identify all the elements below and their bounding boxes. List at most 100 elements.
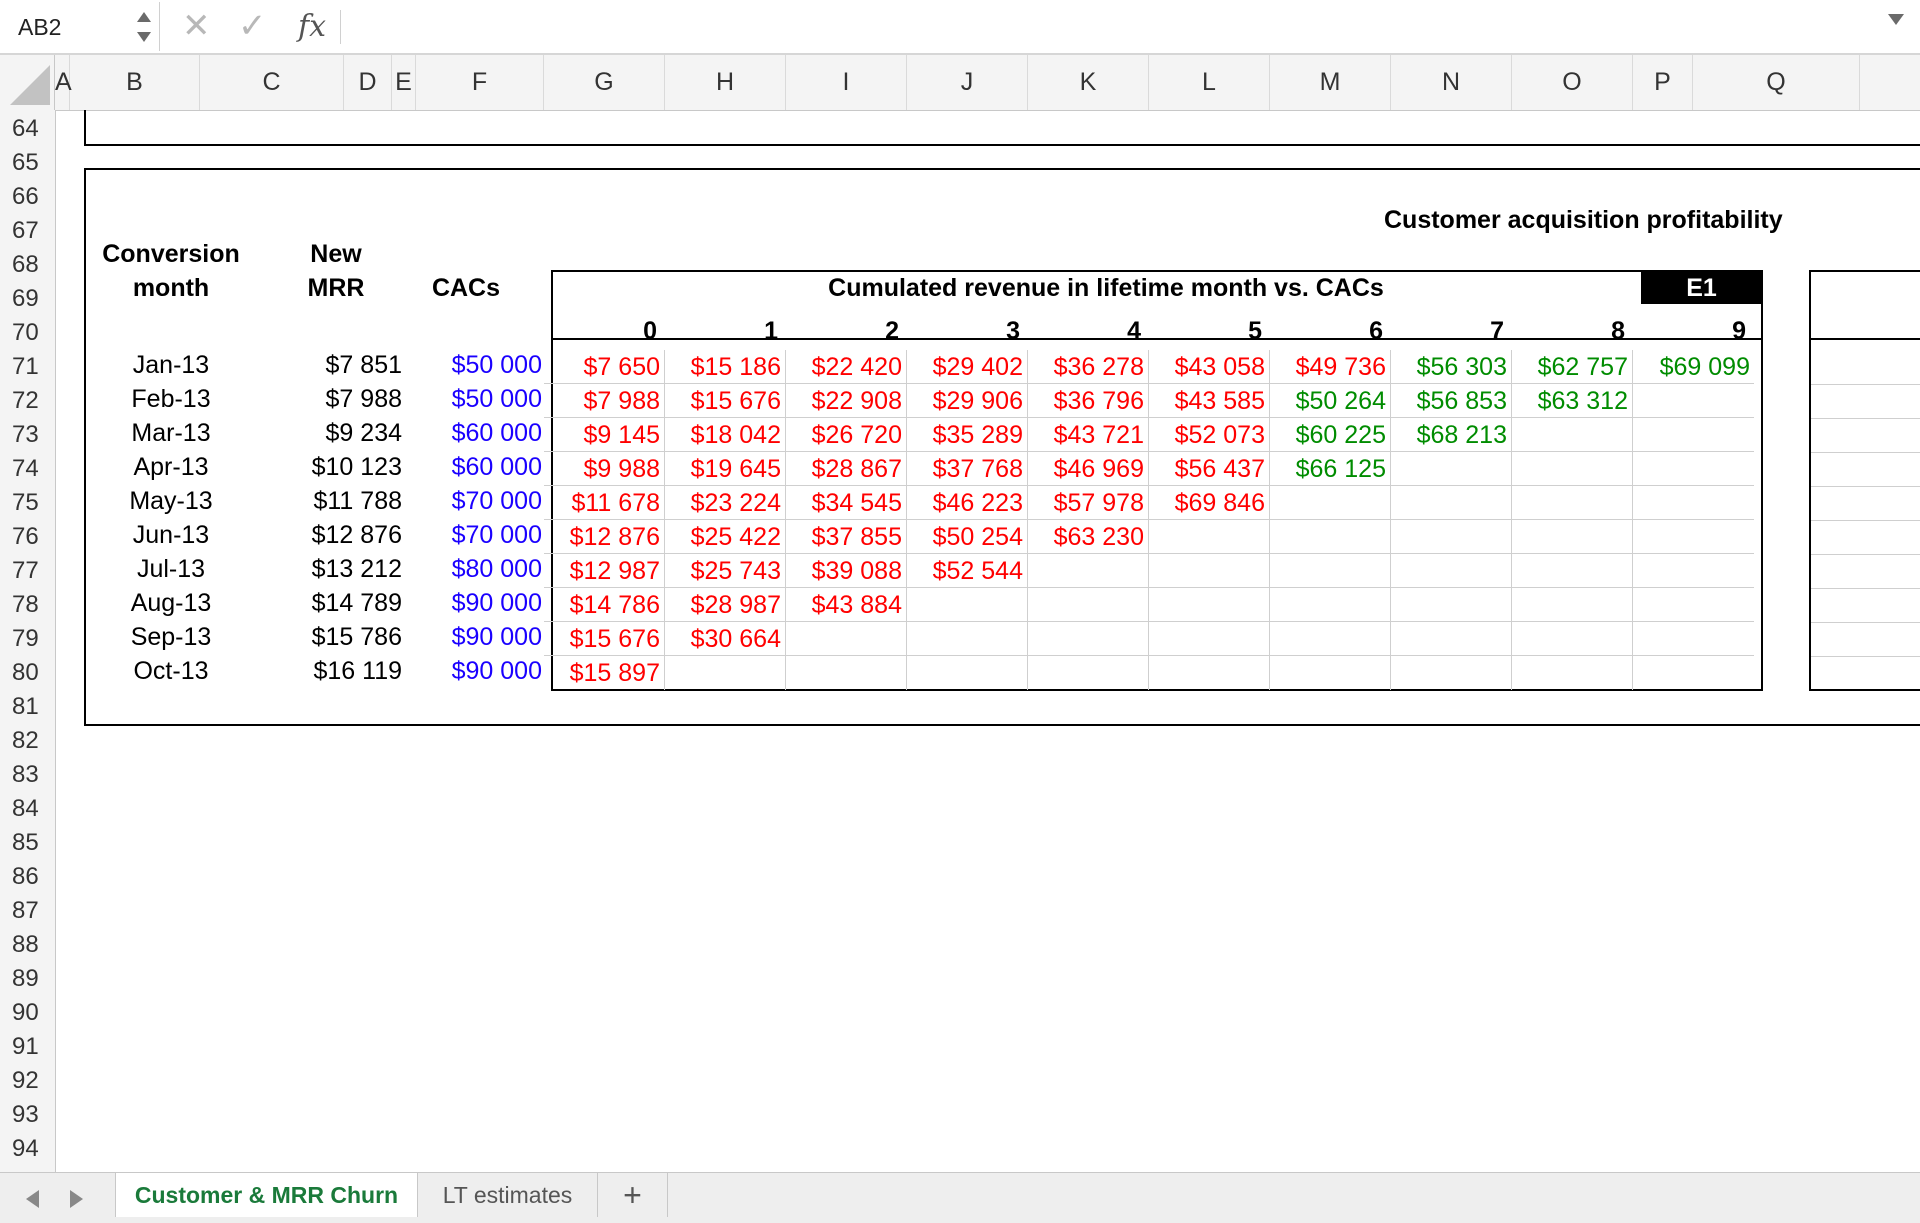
revenue-cell[interactable]: $30 664: [665, 622, 786, 656]
revenue-cell[interactable]: $69 846: [1149, 486, 1270, 520]
empty-cell[interactable]: [907, 588, 1028, 622]
empty-cell[interactable]: [1633, 486, 1754, 520]
empty-cell[interactable]: [1512, 656, 1633, 690]
revenue-cell[interactable]: $63 312: [1512, 384, 1633, 418]
revenue-cell[interactable]: $43 585: [1149, 384, 1270, 418]
revenue-cell[interactable]: $68 213: [1391, 418, 1512, 452]
revenue-cell[interactable]: $19 645: [665, 452, 786, 486]
empty-cell[interactable]: [1149, 520, 1270, 554]
row-header[interactable]: 90: [0, 996, 55, 1030]
empty-cell[interactable]: [907, 656, 1028, 690]
revenue-cell[interactable]: $7 988: [544, 384, 665, 418]
empty-cell[interactable]: [1270, 486, 1391, 520]
empty-cell[interactable]: [1270, 588, 1391, 622]
row-header[interactable]: 70: [0, 316, 55, 350]
revenue-cell[interactable]: $29 402: [907, 350, 1028, 384]
row-header[interactable]: 78: [0, 588, 55, 622]
tab-scroll-left-icon[interactable]: [26, 1190, 39, 1208]
name-box-stepper-icon[interactable]: [136, 10, 152, 46]
row-header[interactable]: 65: [0, 146, 55, 180]
empty-cell[interactable]: [1512, 418, 1633, 452]
enter-icon[interactable]: ✓: [238, 6, 267, 46]
stepper-down-icon[interactable]: [137, 32, 151, 42]
empty-cell[interactable]: [1270, 520, 1391, 554]
cancel-icon[interactable]: ✕: [182, 6, 211, 46]
column-header[interactable]: P: [1633, 55, 1693, 110]
add-sheet-button[interactable]: +: [598, 1173, 668, 1217]
row-header[interactable]: 91: [0, 1030, 55, 1064]
revenue-cell[interactable]: $9 145: [544, 418, 665, 452]
tab-scroll-right-icon[interactable]: [70, 1190, 83, 1208]
row-header[interactable]: 66: [0, 180, 55, 214]
formula-bar-expand-icon[interactable]: [1888, 14, 1904, 25]
revenue-cell[interactable]: $28 987: [665, 588, 786, 622]
revenue-cell[interactable]: $14 786: [544, 588, 665, 622]
revenue-cell[interactable]: $29 906: [907, 384, 1028, 418]
revenue-cell[interactable]: $56 437: [1149, 452, 1270, 486]
row-header[interactable]: 67: [0, 214, 55, 248]
empty-cell[interactable]: [1391, 656, 1512, 690]
empty-cell[interactable]: [1270, 622, 1391, 656]
column-header[interactable]: N: [1391, 55, 1512, 110]
empty-cell[interactable]: [1149, 656, 1270, 690]
empty-cell[interactable]: [1391, 554, 1512, 588]
revenue-cell[interactable]: $62 757: [1512, 350, 1633, 384]
revenue-cell[interactable]: $35 289: [907, 418, 1028, 452]
select-all-button[interactable]: [0, 55, 55, 110]
empty-cell[interactable]: [1512, 554, 1633, 588]
column-header[interactable]: K: [1028, 55, 1149, 110]
row-header[interactable]: 84: [0, 792, 55, 826]
empty-cell[interactable]: [1149, 588, 1270, 622]
empty-cell[interactable]: [1512, 520, 1633, 554]
column-header[interactable]: C: [200, 55, 344, 110]
revenue-cell[interactable]: $39 088: [786, 554, 907, 588]
empty-cell[interactable]: [1391, 452, 1512, 486]
column-header[interactable]: G: [544, 55, 665, 110]
column-header[interactable]: E: [392, 55, 416, 110]
revenue-cell[interactable]: $9 988: [544, 452, 665, 486]
empty-cell[interactable]: [1633, 520, 1754, 554]
revenue-cell[interactable]: $63 230: [1028, 520, 1149, 554]
column-header[interactable]: I: [786, 55, 907, 110]
empty-cell[interactable]: [1391, 520, 1512, 554]
revenue-cell[interactable]: $50 264: [1270, 384, 1391, 418]
empty-cell[interactable]: [1512, 588, 1633, 622]
empty-cell[interactable]: [1512, 486, 1633, 520]
empty-cell[interactable]: [1028, 622, 1149, 656]
row-header[interactable]: 92: [0, 1064, 55, 1098]
revenue-cell[interactable]: $50 254: [907, 520, 1028, 554]
column-header[interactable]: D: [344, 55, 392, 110]
revenue-cell[interactable]: $66 125: [1270, 452, 1391, 486]
sheet-grid[interactable]: Customer acquisition profitability Conve…: [56, 110, 1920, 1172]
revenue-cell[interactable]: $43 721: [1028, 418, 1149, 452]
empty-cell[interactable]: [1149, 554, 1270, 588]
revenue-cell[interactable]: $37 855: [786, 520, 907, 554]
row-header[interactable]: 83: [0, 758, 55, 792]
row-header[interactable]: 79: [0, 622, 55, 656]
revenue-cell[interactable]: $22 908: [786, 384, 907, 418]
revenue-cell[interactable]: $37 768: [907, 452, 1028, 486]
empty-cell[interactable]: [1391, 588, 1512, 622]
row-header[interactable]: 89: [0, 962, 55, 996]
column-header[interactable]: M: [1270, 55, 1391, 110]
row-header[interactable]: 71: [0, 350, 55, 384]
row-header[interactable]: 80: [0, 656, 55, 690]
revenue-cell[interactable]: $15 897: [544, 656, 665, 690]
empty-cell[interactable]: [1633, 656, 1754, 690]
empty-cell[interactable]: [1633, 384, 1754, 418]
stepper-up-icon[interactable]: [137, 12, 151, 22]
empty-cell[interactable]: [1512, 622, 1633, 656]
empty-cell[interactable]: [1633, 554, 1754, 588]
revenue-cell[interactable]: $57 978: [1028, 486, 1149, 520]
tab-customer-mrr-churn[interactable]: Customer & MRR Churn: [115, 1173, 418, 1217]
empty-cell[interactable]: [1391, 622, 1512, 656]
revenue-cell[interactable]: $52 073: [1149, 418, 1270, 452]
empty-cell[interactable]: [1028, 656, 1149, 690]
revenue-cell[interactable]: $36 278: [1028, 350, 1149, 384]
row-header[interactable]: 74: [0, 452, 55, 486]
row-header[interactable]: 69: [0, 282, 55, 316]
column-header[interactable]: A: [55, 55, 72, 110]
column-header[interactable]: J: [907, 55, 1028, 110]
row-header[interactable]: 88: [0, 928, 55, 962]
empty-cell[interactable]: [1028, 554, 1149, 588]
